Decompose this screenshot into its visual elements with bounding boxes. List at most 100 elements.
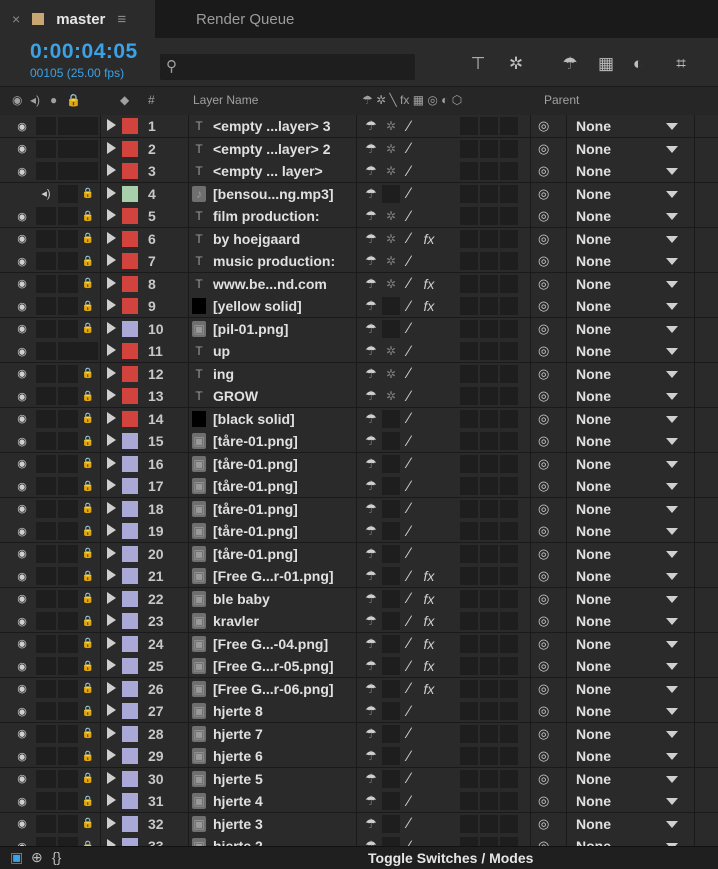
audio-toggle-empty[interactable] — [36, 589, 56, 608]
quality-switch-icon[interactable]: ∕ — [400, 567, 418, 585]
layer-row[interactable]: ◉ 🔒 12 Ting ☂ ✲ ∕ ◎ None — [0, 362, 718, 386]
layer-row[interactable]: ◉ 3 T <empty ... layer> ☂ ✲ ∕ ◎ None — [0, 160, 718, 183]
audio-toggle-empty[interactable] — [36, 634, 56, 653]
adjustment-switch[interactable] — [500, 229, 518, 248]
layer-row[interactable]: ◉ 🔒 8 Twww.be...nd.com ☂ ✲ ∕ fx ◎ None — [0, 272, 718, 296]
quality-switch-icon[interactable]: ∕ — [400, 117, 418, 135]
solo-toggle[interactable] — [58, 319, 78, 338]
collapse-switch-icon[interactable]: ✲ — [382, 230, 400, 248]
motion-blur-switch[interactable] — [480, 184, 498, 203]
shy-switch-icon[interactable]: ☂ — [362, 770, 380, 788]
layer-row[interactable]: ◉ 1 T <empty ...layer> 3 ☂ ✲ ∕ ◎ None — [0, 115, 718, 138]
lock-toggle-empty[interactable] — [78, 139, 98, 158]
audio-toggle-empty[interactable] — [36, 499, 56, 518]
label-color-swatch[interactable] — [122, 478, 138, 494]
collapse-switch-icon[interactable]: ✲ — [382, 365, 400, 383]
collapse-switch-empty[interactable] — [382, 319, 400, 338]
lock-icon[interactable]: 🔒 — [78, 657, 98, 675]
lock-icon[interactable]: 🔒 — [78, 252, 98, 270]
shy-switch-icon[interactable]: ☂ — [362, 545, 380, 563]
quality-switch-icon[interactable]: ∕ — [400, 522, 418, 540]
parent-select[interactable]: None — [576, 118, 611, 134]
audio-toggle-empty[interactable] — [36, 477, 56, 495]
lock-icon[interactable]: 🔒 — [78, 365, 98, 383]
collapse-switch-empty[interactable] — [382, 432, 400, 450]
layer-name[interactable]: ing — [213, 366, 358, 382]
lock-icon[interactable]: 🔒 — [78, 320, 98, 338]
layer-name[interactable]: hjerte 8 — [213, 703, 358, 719]
audio-toggle-empty[interactable] — [36, 274, 56, 293]
eye-column-icon[interactable]: ◉ — [12, 93, 22, 107]
expand-triangle-icon[interactable] — [107, 816, 116, 829]
pickwhip-icon[interactable]: ◎ — [538, 681, 549, 697]
layer-row[interactable]: ◉ 🔒 23 ▣ kravler ☂ ∕ fx ◎ None — [0, 610, 718, 633]
label-color-swatch[interactable] — [122, 365, 138, 382]
layer-row[interactable]: ◉ 🔒 5 Tfilm production: ☂ ✲ ∕ ◎ None — [0, 205, 718, 228]
lock-icon[interactable]: 🔒 — [78, 185, 98, 203]
adjustment-switch[interactable] — [500, 162, 518, 180]
eye-icon[interactable]: ◉ — [12, 117, 32, 135]
expand-triangle-icon[interactable] — [107, 434, 116, 446]
label-color-swatch[interactable] — [122, 253, 138, 269]
shy-switch-icon[interactable]: ☂ — [362, 635, 380, 653]
collapse-switch-empty[interactable] — [382, 544, 400, 563]
chevron-down-icon[interactable] — [666, 235, 678, 243]
chevron-down-icon[interactable] — [666, 168, 678, 175]
layer-row[interactable]: ◉ 🔒 18 ▣ [tåre-01.png] ☂ ∕ ◎ None — [0, 497, 718, 521]
label-color-swatch[interactable] — [122, 140, 138, 157]
shy-switch-icon[interactable]: ☂ — [362, 815, 380, 833]
layer-name[interactable]: GROW — [213, 388, 358, 404]
quality-switch-icon[interactable]: ∕ — [400, 140, 418, 158]
lock-toggle-empty[interactable] — [78, 117, 98, 135]
motion-blur-switch[interactable] — [480, 297, 498, 315]
expand-triangle-icon[interactable] — [107, 321, 116, 334]
expand-triangle-icon[interactable] — [107, 569, 116, 581]
pickwhip-icon[interactable]: ◎ — [538, 816, 549, 832]
parent-select[interactable]: None — [576, 703, 611, 719]
effects-switch-icon[interactable]: fx — [420, 590, 438, 608]
chevron-down-icon[interactable] — [666, 798, 678, 805]
lock-icon[interactable]: 🔒 — [78, 230, 98, 248]
layer-name[interactable]: hjerte 6 — [213, 748, 358, 764]
pickwhip-icon[interactable]: ◎ — [538, 658, 549, 674]
collapse-switch-empty[interactable] — [382, 769, 400, 788]
layer-row[interactable]: ◉ 11 Tup ☂ ✲ ∕ ◎ None — [0, 340, 718, 363]
audio-toggle-empty[interactable] — [36, 544, 56, 563]
solo-toggle[interactable] — [58, 252, 78, 270]
label-color-swatch[interactable] — [122, 208, 138, 224]
motion-blur-switch[interactable] — [480, 117, 498, 135]
motion-blur-switch[interactable] — [480, 139, 498, 158]
chevron-down-icon[interactable] — [666, 685, 678, 693]
audio-toggle-empty[interactable] — [36, 252, 56, 270]
motion-blur-switch[interactable] — [480, 162, 498, 180]
effects-switch-icon[interactable]: fx — [420, 635, 438, 653]
chevron-down-icon[interactable] — [666, 483, 678, 490]
layer-name[interactable]: <empty ...layer> 3 — [213, 118, 358, 134]
frame-blend-switch[interactable] — [460, 792, 478, 810]
label-color-swatch[interactable] — [122, 455, 138, 472]
collapse-switch-empty[interactable] — [382, 454, 400, 473]
collapse-switch-empty[interactable] — [382, 634, 400, 653]
lock-icon[interactable]: 🔒 — [78, 477, 98, 495]
frame-blend-switch[interactable] — [460, 139, 478, 158]
layer-name[interactable]: [tåre-01.png] — [213, 546, 358, 562]
shy-switch-icon[interactable]: ☂ — [362, 140, 380, 158]
solo-toggle[interactable] — [58, 747, 78, 765]
layer-name[interactable]: hjerte 5 — [213, 771, 358, 787]
lock-icon[interactable]: 🔒 — [78, 567, 98, 585]
audio-toggle-empty[interactable] — [36, 297, 56, 315]
chevron-down-icon[interactable] — [666, 573, 678, 580]
chevron-down-icon[interactable] — [666, 280, 678, 288]
collapse-switch-empty[interactable] — [382, 702, 400, 720]
frame-blend-switch[interactable] — [460, 184, 478, 203]
pickwhip-icon[interactable]: ◎ — [538, 523, 549, 539]
lock-icon[interactable]: 🔒 — [78, 747, 98, 765]
solo-column-icon[interactable]: ● — [50, 93, 57, 107]
chevron-down-icon[interactable] — [666, 190, 678, 198]
chevron-down-icon[interactable] — [666, 325, 678, 333]
solo-toggle[interactable] — [58, 769, 78, 788]
layer-name[interactable]: [bensou...ng.mp3] — [213, 186, 358, 202]
layer-row[interactable]: ◉ 🔒 15 ▣ [tåre-01.png] ☂ ∕ ◎ None — [0, 430, 718, 453]
eye-icon[interactable]: ◉ — [12, 477, 32, 495]
motion-blur-switch[interactable] — [480, 432, 498, 450]
